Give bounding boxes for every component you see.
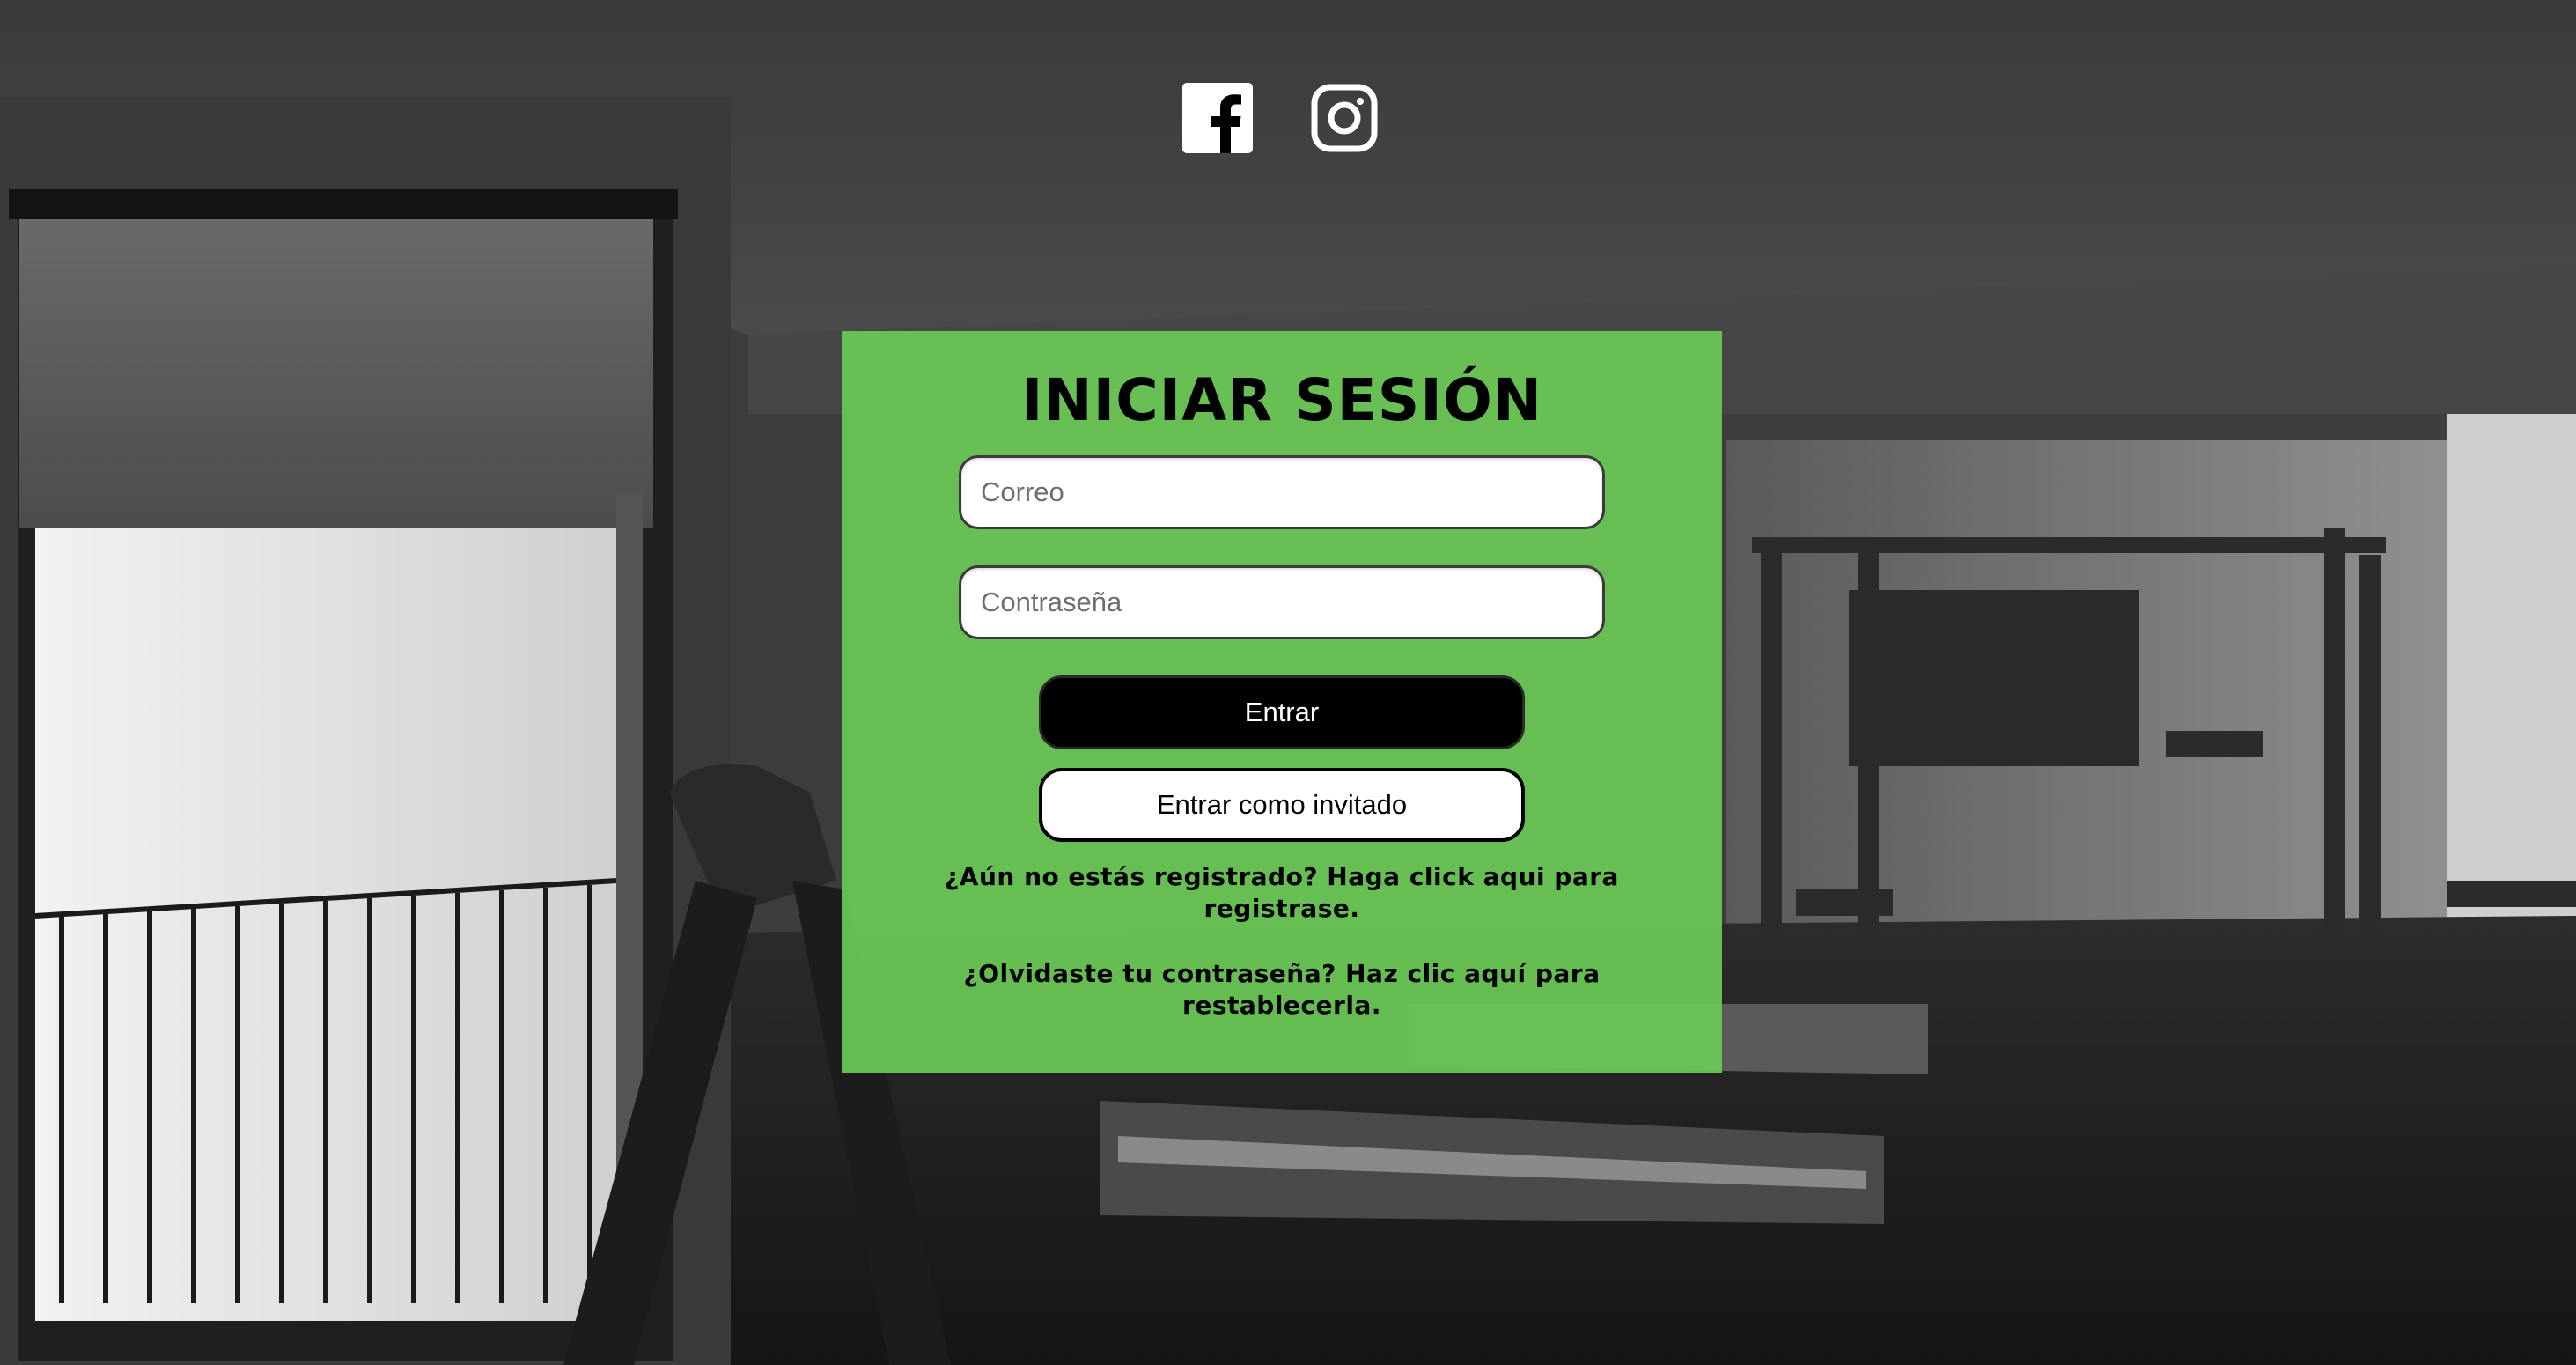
facebook-link[interactable] <box>1182 83 1253 153</box>
register-link[interactable]: ¿Aún no estás registrado? Haga click aqu… <box>938 861 1625 925</box>
password-input[interactable] <box>959 565 1605 639</box>
login-panel: INICIAR SESIÓN Entrar Entrar como invita… <box>842 331 1722 1073</box>
login-title: INICIAR SESIÓN <box>1020 366 1543 434</box>
login-button[interactable]: Entrar <box>1039 675 1525 749</box>
login-page: INICIAR SESIÓN Entrar Entrar como invita… <box>0 0 2576 1365</box>
instagram-icon <box>1311 84 1378 152</box>
guest-login-button[interactable]: Entrar como invitado <box>1039 768 1525 842</box>
email-input[interactable] <box>959 455 1605 529</box>
forgot-password-link[interactable]: ¿Olvidaste tu contraseña? Haz clic aquí … <box>938 958 1625 1022</box>
facebook-icon <box>1182 83 1253 153</box>
social-links <box>1182 83 1378 153</box>
instagram-link[interactable] <box>1311 83 1378 153</box>
